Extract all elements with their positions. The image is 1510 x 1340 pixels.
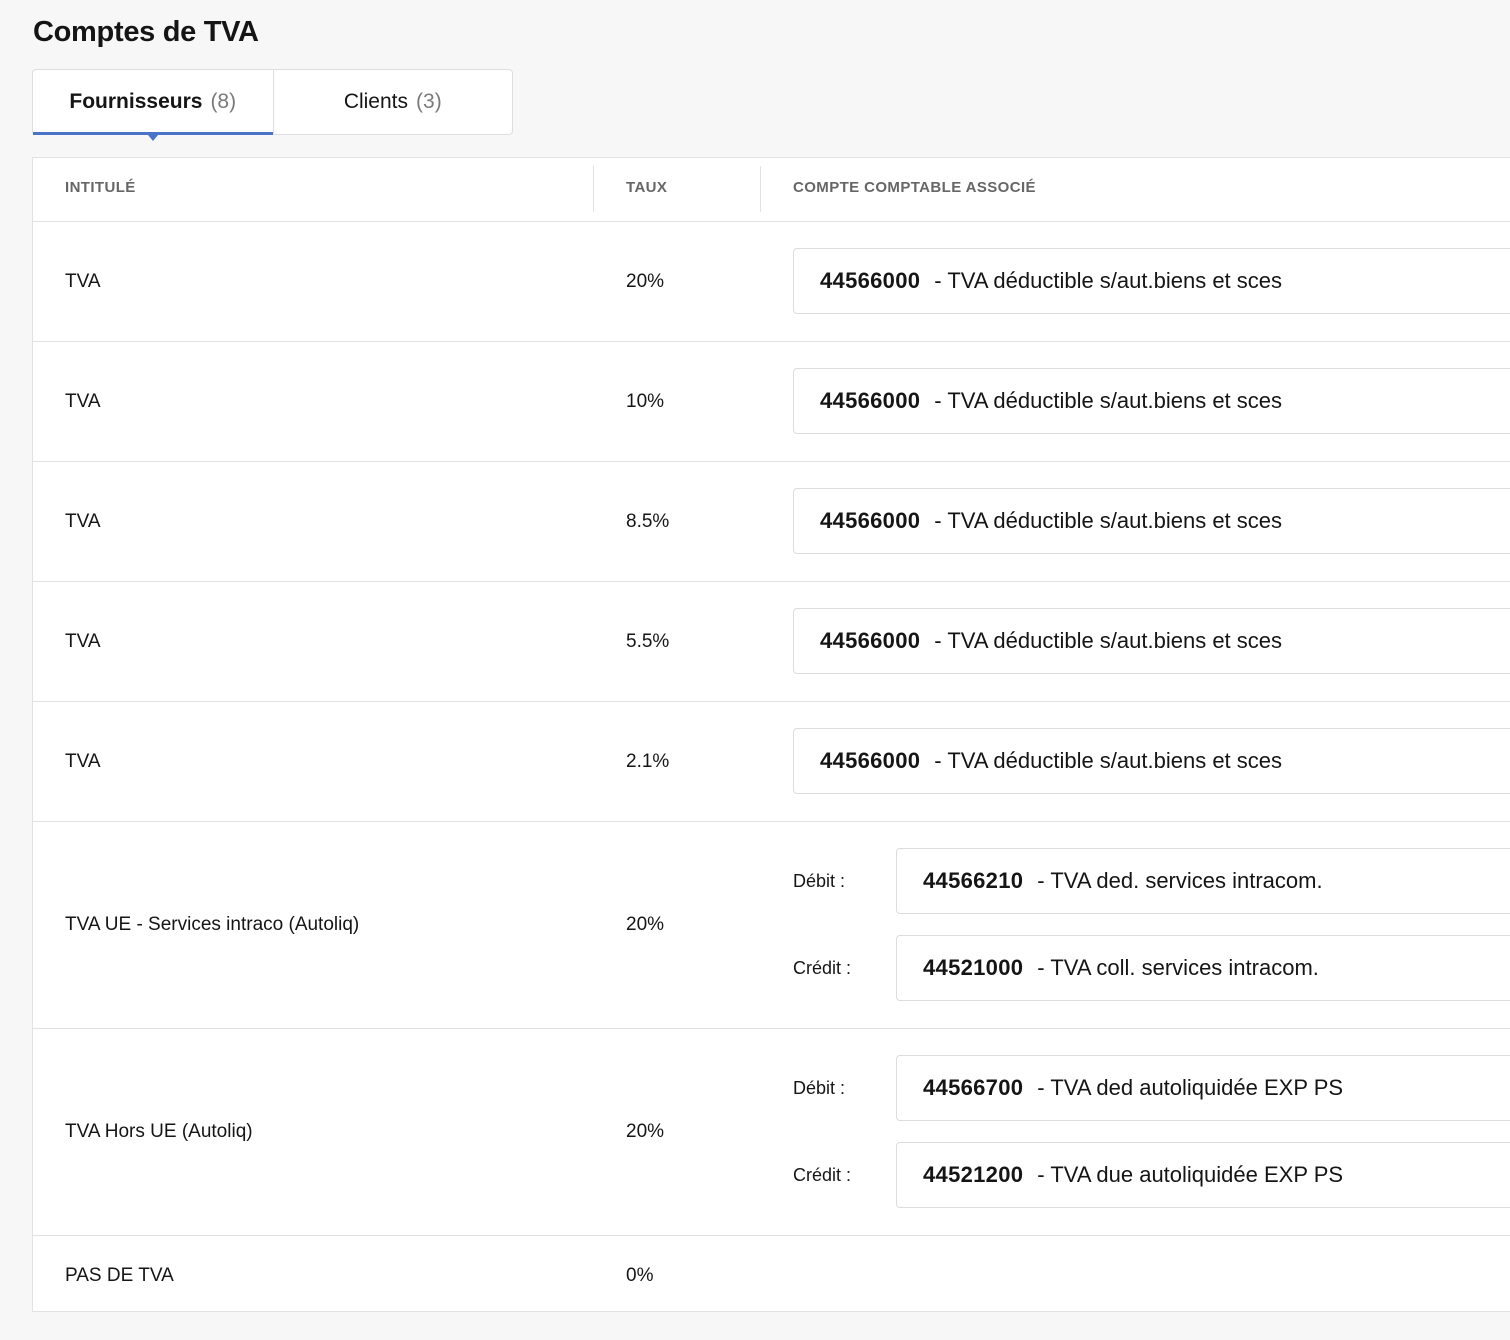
account-number: 44566000 [820,268,921,293]
row-rate: 0% [626,1265,654,1286]
debit-label: Débit : [793,1077,846,1098]
account-select[interactable]: 44566000 - TVA déductible s/aut.biens et… [793,248,1510,314]
row-rate: 20% [626,914,665,935]
account-number: 44566210 [923,868,1024,893]
account-number: 44566000 [820,628,921,653]
table-row: TVA UE - Services intraco (Autoliq) 20% … [33,822,1510,1029]
table-row: TVA 5.5% 44566000 - TVA déductible s/aut… [33,582,1510,702]
debit-account-select[interactable]: 44566700 - TVA ded autoliquidée EXP PS [896,1055,1510,1121]
column-header-rate: TAUX [626,179,668,196]
tab-label: Clients [343,90,409,113]
row-rate: 20% [626,270,665,292]
page: Comptes de TVA Fournisseurs (8) Clients … [0,0,1510,1340]
table-row: TVA Hors UE (Autoliq) 20% Débit : 445667… [33,1029,1510,1236]
table-row: TVA 8.5% 44566000 - TVA déductible s/aut… [33,462,1510,582]
table-row: TVA 10% 44566000 - TVA déductible s/aut.… [33,342,1510,462]
row-label: TVA [65,390,101,412]
account-number: 44566000 [820,748,921,773]
debit-label: Débit : [793,870,846,891]
column-divider [593,166,594,212]
account-select[interactable]: 44566000 - TVA déductible s/aut.biens et… [793,488,1510,554]
account-name: - TVA ded autoliquidée EXP PS [1037,1075,1344,1100]
account-name: - TVA déductible s/aut.biens et sces [934,508,1283,533]
tab-clients[interactable]: Clients (3) [272,70,513,134]
account-name: - TVA déductible s/aut.biens et sces [934,628,1283,653]
vat-accounts-table: INTITULÉ TAUX COMPTE COMPTABLE ASSOCIÉ T… [32,157,1510,1312]
tab-fournisseurs[interactable]: Fournisseurs (8) [33,70,273,141]
row-label: TVA Hors UE (Autoliq) [65,1121,253,1142]
tab-count: (3) [416,90,442,113]
tab-bar: Fournisseurs (8) Clients (3) [32,69,513,141]
column-divider [760,166,761,212]
account-name: - TVA déductible s/aut.biens et sces [934,748,1283,773]
account-number: 44521200 [923,1162,1024,1187]
account-name: - TVA déductible s/aut.biens et sces [934,388,1283,413]
row-label: TVA [65,750,101,772]
account-name: - TVA déductible s/aut.biens et sces [934,268,1283,293]
account-number: 44521000 [923,955,1024,980]
account-name: - TVA due autoliquidée EXP PS [1037,1162,1344,1187]
row-label: TVA UE - Services intraco (Autoliq) [65,914,360,935]
row-label: TVA [65,510,101,532]
row-label: TVA [65,630,101,652]
credit-label: Crédit : [793,957,852,978]
account-select[interactable]: 44566000 - TVA déductible s/aut.biens et… [793,608,1510,674]
column-header-account: COMPTE COMPTABLE ASSOCIÉ [793,179,1036,196]
account-name: - TVA ded. services intracom. [1037,868,1323,893]
account-select[interactable]: 44566000 - TVA déductible s/aut.biens et… [793,728,1510,794]
table-header: INTITULÉ TAUX COMPTE COMPTABLE ASSOCIÉ [33,158,1510,222]
table-row: TVA 2.1% 44566000 - TVA déductible s/aut… [33,702,1510,822]
table-row: TVA 20% 44566000 - TVA déductible s/aut.… [33,222,1510,342]
account-number: 44566700 [923,1075,1024,1100]
account-select[interactable]: 44566000 - TVA déductible s/aut.biens et… [793,368,1510,434]
row-label: TVA [65,270,101,292]
account-number: 44566000 [820,388,921,413]
row-rate: 2.1% [626,750,670,772]
column-header-label: INTITULÉ [65,179,136,196]
table-row: PAS DE TVA 0% [33,1236,1510,1316]
row-rate: 8.5% [626,510,670,532]
credit-account-select[interactable]: 44521000 - TVA coll. services intracom. [896,935,1510,1001]
page-title: Comptes de TVA [33,16,259,48]
row-rate: 10% [626,390,665,412]
account-name: - TVA coll. services intracom. [1037,955,1319,980]
credit-account-select[interactable]: 44521200 - TVA due autoliquidée EXP PS [896,1142,1510,1208]
debit-account-select[interactable]: 44566210 - TVA ded. services intracom. [896,848,1510,914]
row-rate: 5.5% [626,630,670,652]
account-number: 44566000 [820,508,921,533]
tab-count: (8) [210,90,237,113]
row-rate: 20% [626,1121,665,1142]
row-label: PAS DE TVA [65,1265,174,1286]
credit-label: Crédit : [793,1164,852,1185]
tab-label: Fournisseurs [69,90,203,113]
